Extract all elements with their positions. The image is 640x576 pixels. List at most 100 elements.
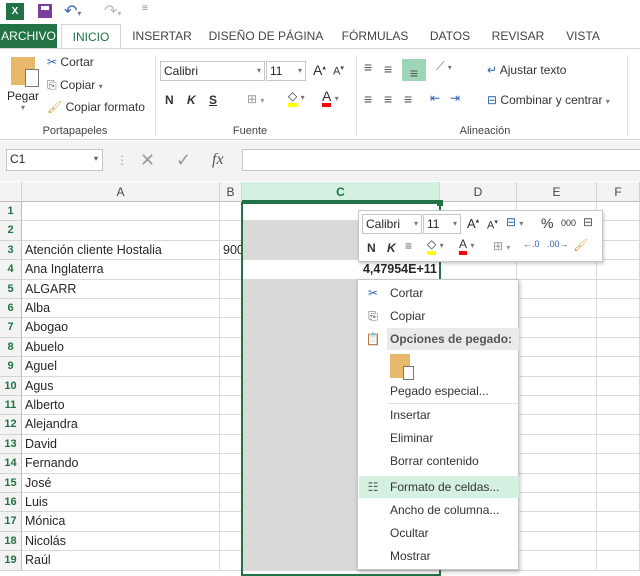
cell-E16[interactable] [517, 493, 597, 513]
cell-A4[interactable]: Ana Inglaterra [22, 260, 220, 280]
mini-fill-color[interactable]: ◇ ▾ [427, 237, 444, 255]
cell-A16[interactable]: Luis [22, 493, 220, 513]
decrease-indent-button[interactable]: ⇤ [430, 91, 440, 105]
format-painter-button[interactable]: 🖌 Copiar formato [47, 100, 145, 114]
cell-B1[interactable] [220, 202, 242, 222]
fill-color-button[interactable]: ◇ ▾ [288, 89, 305, 107]
cell-F15[interactable] [597, 473, 640, 493]
cell-F2[interactable] [597, 221, 640, 241]
cell-A11[interactable]: Alberto [22, 396, 220, 416]
tab-inicio[interactable]: INICIO [61, 24, 121, 49]
cell-A8[interactable]: Abuelo [22, 337, 220, 358]
cell-A1[interactable] [22, 202, 220, 222]
cell-F13[interactable] [597, 434, 640, 455]
row-header[interactable]: 6 [0, 299, 22, 319]
cell-F6[interactable] [597, 299, 640, 319]
cell-E10[interactable] [517, 376, 597, 396]
align-middle-button[interactable]: ≡ [384, 61, 392, 77]
tab-diseno[interactable]: DISEÑO DE PÁGINA [207, 24, 325, 48]
cancel-button[interactable]: ✕ [140, 150, 155, 171]
cell-B16[interactable] [220, 493, 242, 513]
column-header-C[interactable]: C [242, 182, 440, 202]
row-header[interactable]: 18 [0, 531, 22, 552]
tab-vista[interactable]: VISTA [558, 24, 608, 48]
brush-icon[interactable]: 🖌 [573, 238, 588, 252]
thousands-button[interactable]: 000 [561, 218, 576, 228]
cell-A12[interactable]: Alejandra [22, 415, 220, 435]
cell-E11[interactable] [517, 396, 597, 416]
menu-delete[interactable]: Eliminar [359, 427, 519, 449]
menu-unhide[interactable]: Mostrar [359, 545, 519, 567]
select-all-corner[interactable] [0, 182, 22, 202]
align-left-button[interactable]: ≡ [364, 91, 372, 107]
mini-italic-button[interactable]: K [387, 241, 396, 255]
cell-B19[interactable] [220, 551, 242, 571]
formula-input[interactable] [242, 149, 640, 171]
column-header-D[interactable]: D [440, 182, 517, 202]
cell-A15[interactable]: José [22, 473, 220, 493]
cell-A17[interactable]: Mónica [22, 512, 220, 532]
cell-E6[interactable] [517, 299, 597, 319]
decrease-decimal-icon[interactable]: .00→ [547, 239, 569, 249]
row-header[interactable]: 7 [0, 318, 22, 338]
cell-F3[interactable] [597, 240, 640, 261]
merge-center-button[interactable]: ⊟ Combinar y centrar ▾ [487, 93, 610, 107]
cell-A18[interactable]: Nicolás [22, 531, 220, 552]
cell-E7[interactable] [517, 318, 597, 338]
cell-B12[interactable] [220, 415, 242, 435]
cell-B10[interactable] [220, 376, 242, 396]
row-header[interactable]: 5 [0, 279, 22, 299]
underline-button[interactable]: S [209, 93, 217, 107]
menu-clear-contents[interactable]: Borrar contenido [359, 450, 519, 472]
row-header[interactable]: 9 [0, 357, 22, 377]
cell-B3[interactable]: 900 103 253 [220, 240, 293, 261]
cell-E13[interactable] [517, 434, 597, 455]
column-header-F[interactable]: F [597, 182, 640, 202]
wrap-cell-icon[interactable]: ⊟ [583, 215, 593, 229]
cell-F12[interactable] [597, 415, 640, 435]
increase-indent-button[interactable]: ⇥ [450, 91, 460, 105]
row-header[interactable]: 14 [0, 454, 22, 474]
row-header[interactable]: 10 [0, 376, 22, 396]
cell-B6[interactable] [220, 299, 242, 319]
shrink-font-button[interactable]: A▾ [333, 64, 344, 78]
cell-A9[interactable]: Aguel [22, 357, 220, 377]
cell-B4[interactable] [220, 260, 242, 280]
font-name-select[interactable]: Calibri ▾ [160, 61, 265, 81]
menu-paste-special[interactable]: Pegado especial... [359, 380, 519, 402]
cell-E14[interactable] [517, 454, 597, 474]
row-header[interactable]: 19 [0, 551, 22, 571]
tab-formulas[interactable]: FÓRMULAS [337, 24, 413, 48]
name-box[interactable]: C1 ▾ [6, 149, 103, 171]
tab-insertar[interactable]: INSERTAR [127, 24, 197, 48]
tab-datos[interactable]: DATOS [423, 24, 477, 48]
cell-B9[interactable] [220, 357, 242, 377]
align-top-button[interactable]: ≡ [364, 59, 372, 75]
cell-E5[interactable] [517, 279, 597, 299]
row-header[interactable]: 3 [0, 240, 22, 261]
percent-button[interactable]: % [541, 215, 553, 231]
mini-shrink-font[interactable]: A▾ [487, 218, 498, 232]
cell-B8[interactable] [220, 337, 242, 358]
cell-E9[interactable] [517, 357, 597, 377]
mini-font-select[interactable]: Calibri ▾ [362, 214, 422, 234]
cell-F7[interactable] [597, 318, 640, 338]
cell-E17[interactable] [517, 512, 597, 532]
cut-button[interactable]: ✂ Cortar [47, 55, 94, 69]
grow-font-button[interactable]: A▴ [313, 62, 326, 78]
font-size-select[interactable]: 11 ▾ [266, 61, 306, 81]
menu-hide[interactable]: Ocultar [359, 522, 519, 544]
orientation-button[interactable]: ⟋ ▾ [436, 59, 452, 74]
row-header[interactable]: 13 [0, 434, 22, 455]
menu-insert[interactable]: Insertar [359, 404, 519, 426]
paste-button[interactable]: Pegar ▾ [6, 55, 40, 115]
cell-F1[interactable] [597, 202, 640, 222]
cell-F9[interactable] [597, 357, 640, 377]
row-header[interactable]: 4 [0, 260, 22, 280]
row-header[interactable]: 11 [0, 396, 22, 416]
cell-B13[interactable] [220, 434, 242, 455]
undo-icon[interactable]: ↶▾ [64, 1, 81, 21]
mini-font-color[interactable]: A ▾ [459, 237, 474, 255]
cell-E19[interactable] [517, 551, 597, 571]
fill-handle[interactable] [437, 200, 443, 206]
